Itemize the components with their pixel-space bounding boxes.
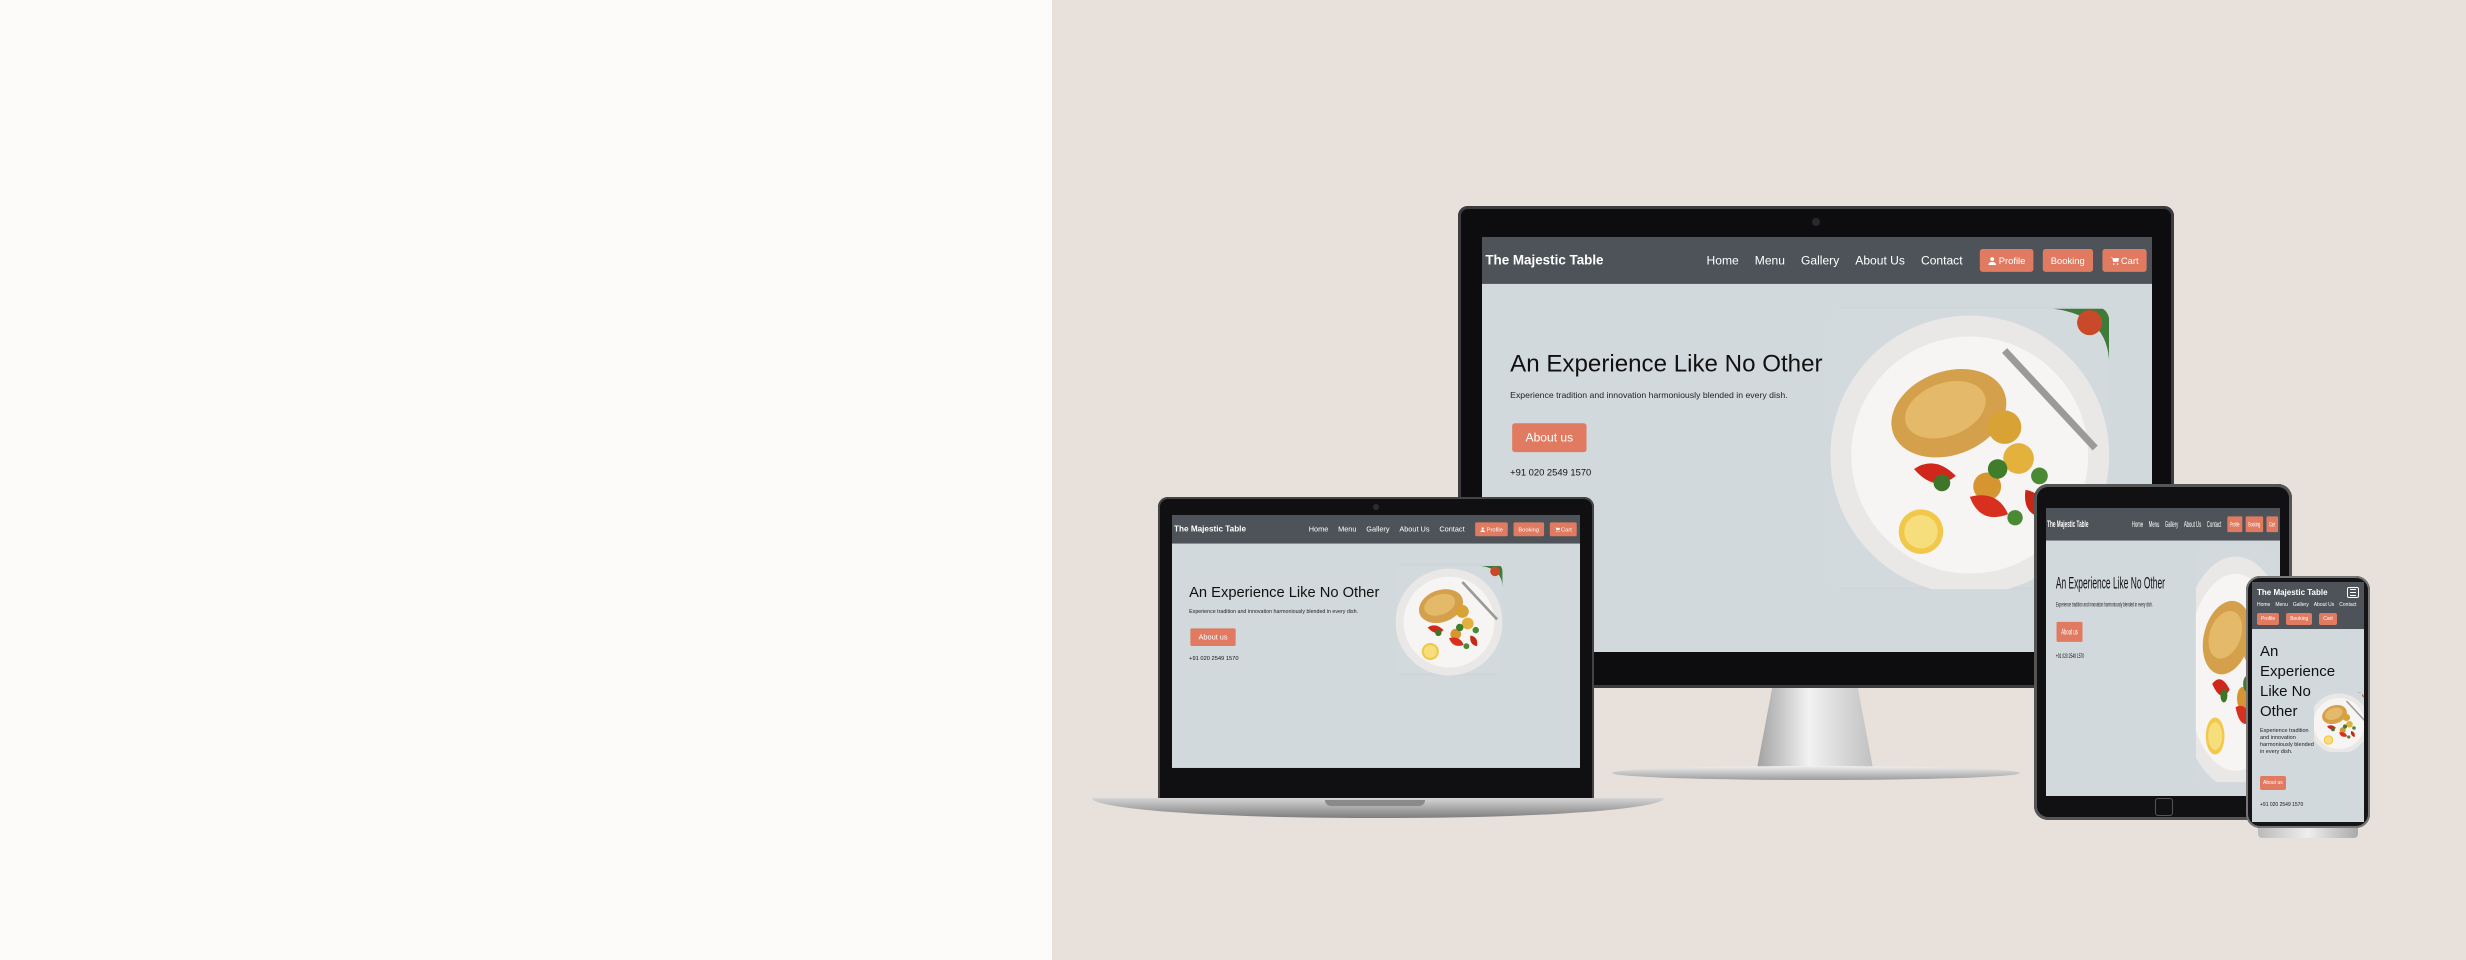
hero-phone-number: +91 020 2549 1570 <box>1510 466 1592 478</box>
site-navbar: The Majestic Table Home Menu Gallery Abo… <box>2046 508 2280 541</box>
profile-button-label: Profile <box>2230 520 2240 528</box>
nav-home[interactable]: Home <box>1707 253 1739 267</box>
hero-subtitle: Experience tradition and innovation harm… <box>2260 728 2314 755</box>
site-brand[interactable]: The Majestic Table <box>1174 525 1246 534</box>
about-us-button[interactable]: About us <box>1190 628 1236 646</box>
nav-about-us[interactable]: About Us <box>1855 253 1905 267</box>
hero-subtitle: Experience tradition and innovation harm… <box>1510 389 1788 400</box>
nav-buttons: Profile Booking Cart <box>1979 249 2147 272</box>
hero-subtitle: Experience tradition and innovation harm… <box>2055 601 2153 608</box>
nav-gallery[interactable]: Gallery <box>2293 602 2309 608</box>
nav-contact[interactable]: Contact <box>1439 525 1464 534</box>
laptop-notch <box>1325 800 1425 806</box>
cart-icon <box>1554 526 1560 532</box>
hero-phone-number: +91 020 2549 1570 <box>2055 652 2085 660</box>
booking-button-label: Booking <box>2050 255 2085 266</box>
profile-button-label: Profile <box>1486 526 1503 533</box>
nav-menu[interactable]: Menu <box>1338 525 1356 534</box>
blank-left-panel <box>0 0 1052 960</box>
booking-button-label: Booking <box>1518 526 1540 533</box>
site-preview-tablet: The Majestic Table Home Menu Gallery Abo… <box>2046 508 2280 796</box>
profile-button[interactable]: Profile <box>1475 522 1508 537</box>
booking-button[interactable]: Booking <box>2245 516 2264 533</box>
booking-button[interactable]: Booking <box>1513 522 1544 537</box>
monitor-stand-base <box>1612 766 2020 780</box>
nav-buttons: Profile Booking Cart <box>1475 522 1577 537</box>
booking-button[interactable]: Booking <box>2042 249 2093 272</box>
hero-phone-number: +91 020 2549 1570 <box>2260 802 2304 808</box>
cart-button[interactable]: Cart <box>2102 249 2147 272</box>
food-plate-image <box>1395 563 1503 676</box>
cart-button[interactable]: Cart <box>1549 522 1577 537</box>
hero-title: An Experience Like No Other <box>1189 583 1380 601</box>
site-navbar: The Majestic Table Home Menu Gallery Abo… <box>1482 237 2152 284</box>
nav-contact[interactable]: Contact <box>1921 253 1963 267</box>
about-us-button[interactable]: About us <box>2056 621 2083 642</box>
cart-icon <box>2110 256 2119 265</box>
nav-home[interactable]: Home <box>1309 525 1329 534</box>
hero-subtitle: Experience tradition and innovation harm… <box>1189 608 1359 615</box>
site-nav-links: Home Menu Gallery About Us Contact <box>2132 519 2221 529</box>
cart-button-label: Cart <box>1561 526 1572 533</box>
tablet-home-button <box>2155 798 2173 816</box>
site-nav-links: Home Menu Gallery About Us Contact <box>1707 253 1963 267</box>
site-nav-links: Home Menu Gallery About Us Contact <box>1309 525 1465 534</box>
mobile-nav-buttons: Profile Booking Cart <box>2257 613 2359 625</box>
booking-button-label: Booking <box>2248 520 2261 528</box>
mobile-nav-links: Home Menu Gallery About Us Contact <box>2257 602 2359 608</box>
cart-button[interactable]: Cart <box>2266 516 2279 533</box>
site-brand[interactable]: The Majestic Table <box>2257 588 2359 597</box>
profile-button-label: Profile <box>1998 255 2026 266</box>
tablet-screen: The Majestic Table Home Menu Gallery Abo… <box>2046 508 2280 796</box>
cart-button-label: Cart <box>2120 255 2139 266</box>
site-navbar: The Majestic Table Home Menu Gallery Abo… <box>1172 515 1580 544</box>
cart-button[interactable]: Cart <box>2319 613 2337 625</box>
phone-stand <box>2258 828 2358 838</box>
nav-contact[interactable]: Contact <box>2339 602 2356 608</box>
user-icon <box>1988 256 1997 265</box>
laptop-screen: The Majestic Table Home Menu Gallery Abo… <box>1172 515 1580 779</box>
profile-button[interactable]: Profile <box>1979 249 2034 272</box>
nav-menu[interactable]: Menu <box>2149 519 2160 529</box>
about-us-button[interactable]: About us <box>1512 423 1587 453</box>
nav-about-us[interactable]: About Us <box>1399 525 1429 534</box>
nav-about-us[interactable]: About Us <box>2184 519 2201 529</box>
nav-home[interactable]: Home <box>2132 519 2143 529</box>
nav-contact[interactable]: Contact <box>2207 519 2222 529</box>
about-us-button[interactable]: About us <box>2260 776 2286 790</box>
hero-phone-number: +91 020 2549 1570 <box>1189 654 1239 662</box>
site-brand[interactable]: The Majestic Table <box>1485 253 1603 268</box>
webcam <box>1812 218 1820 226</box>
nav-about-us[interactable]: About Us <box>2314 602 2335 608</box>
booking-button[interactable]: Booking <box>2286 613 2313 625</box>
food-plate-image <box>2314 692 2364 752</box>
monitor-stand-neck <box>1757 688 1873 768</box>
hamburger-icon[interactable] <box>2347 587 2359 598</box>
phone-screen: The Majestic Table Home Menu Gallery Abo… <box>2252 582 2364 822</box>
profile-button[interactable]: Profile <box>2257 613 2280 625</box>
nav-gallery[interactable]: Gallery <box>1366 525 1389 534</box>
nav-gallery[interactable]: Gallery <box>1801 253 1839 267</box>
nav-menu[interactable]: Menu <box>1755 253 1785 267</box>
hero-title: An Experience Like No Other <box>1510 349 1823 378</box>
nav-menu[interactable]: Menu <box>2275 602 2288 608</box>
site-brand[interactable]: The Majestic Table <box>2047 519 2088 530</box>
nav-home[interactable]: Home <box>2257 602 2270 608</box>
profile-button[interactable]: Profile <box>2227 516 2243 533</box>
hero-title: An Experience Like No Other <box>2055 573 2165 593</box>
mobile-navbar: The Majestic Table Home Menu Gallery Abo… <box>2252 582 2364 629</box>
cart-button-label: Cart <box>2269 520 2276 528</box>
user-icon <box>1480 527 1486 532</box>
nav-gallery[interactable]: Gallery <box>2165 519 2178 529</box>
site-preview-laptop: The Majestic Table Home Menu Gallery Abo… <box>1172 515 1580 768</box>
webcam <box>1373 504 1379 510</box>
nav-buttons: Profile Booking Cart <box>2227 516 2279 533</box>
hero-title: An Experience Like No Other <box>2260 643 2336 720</box>
